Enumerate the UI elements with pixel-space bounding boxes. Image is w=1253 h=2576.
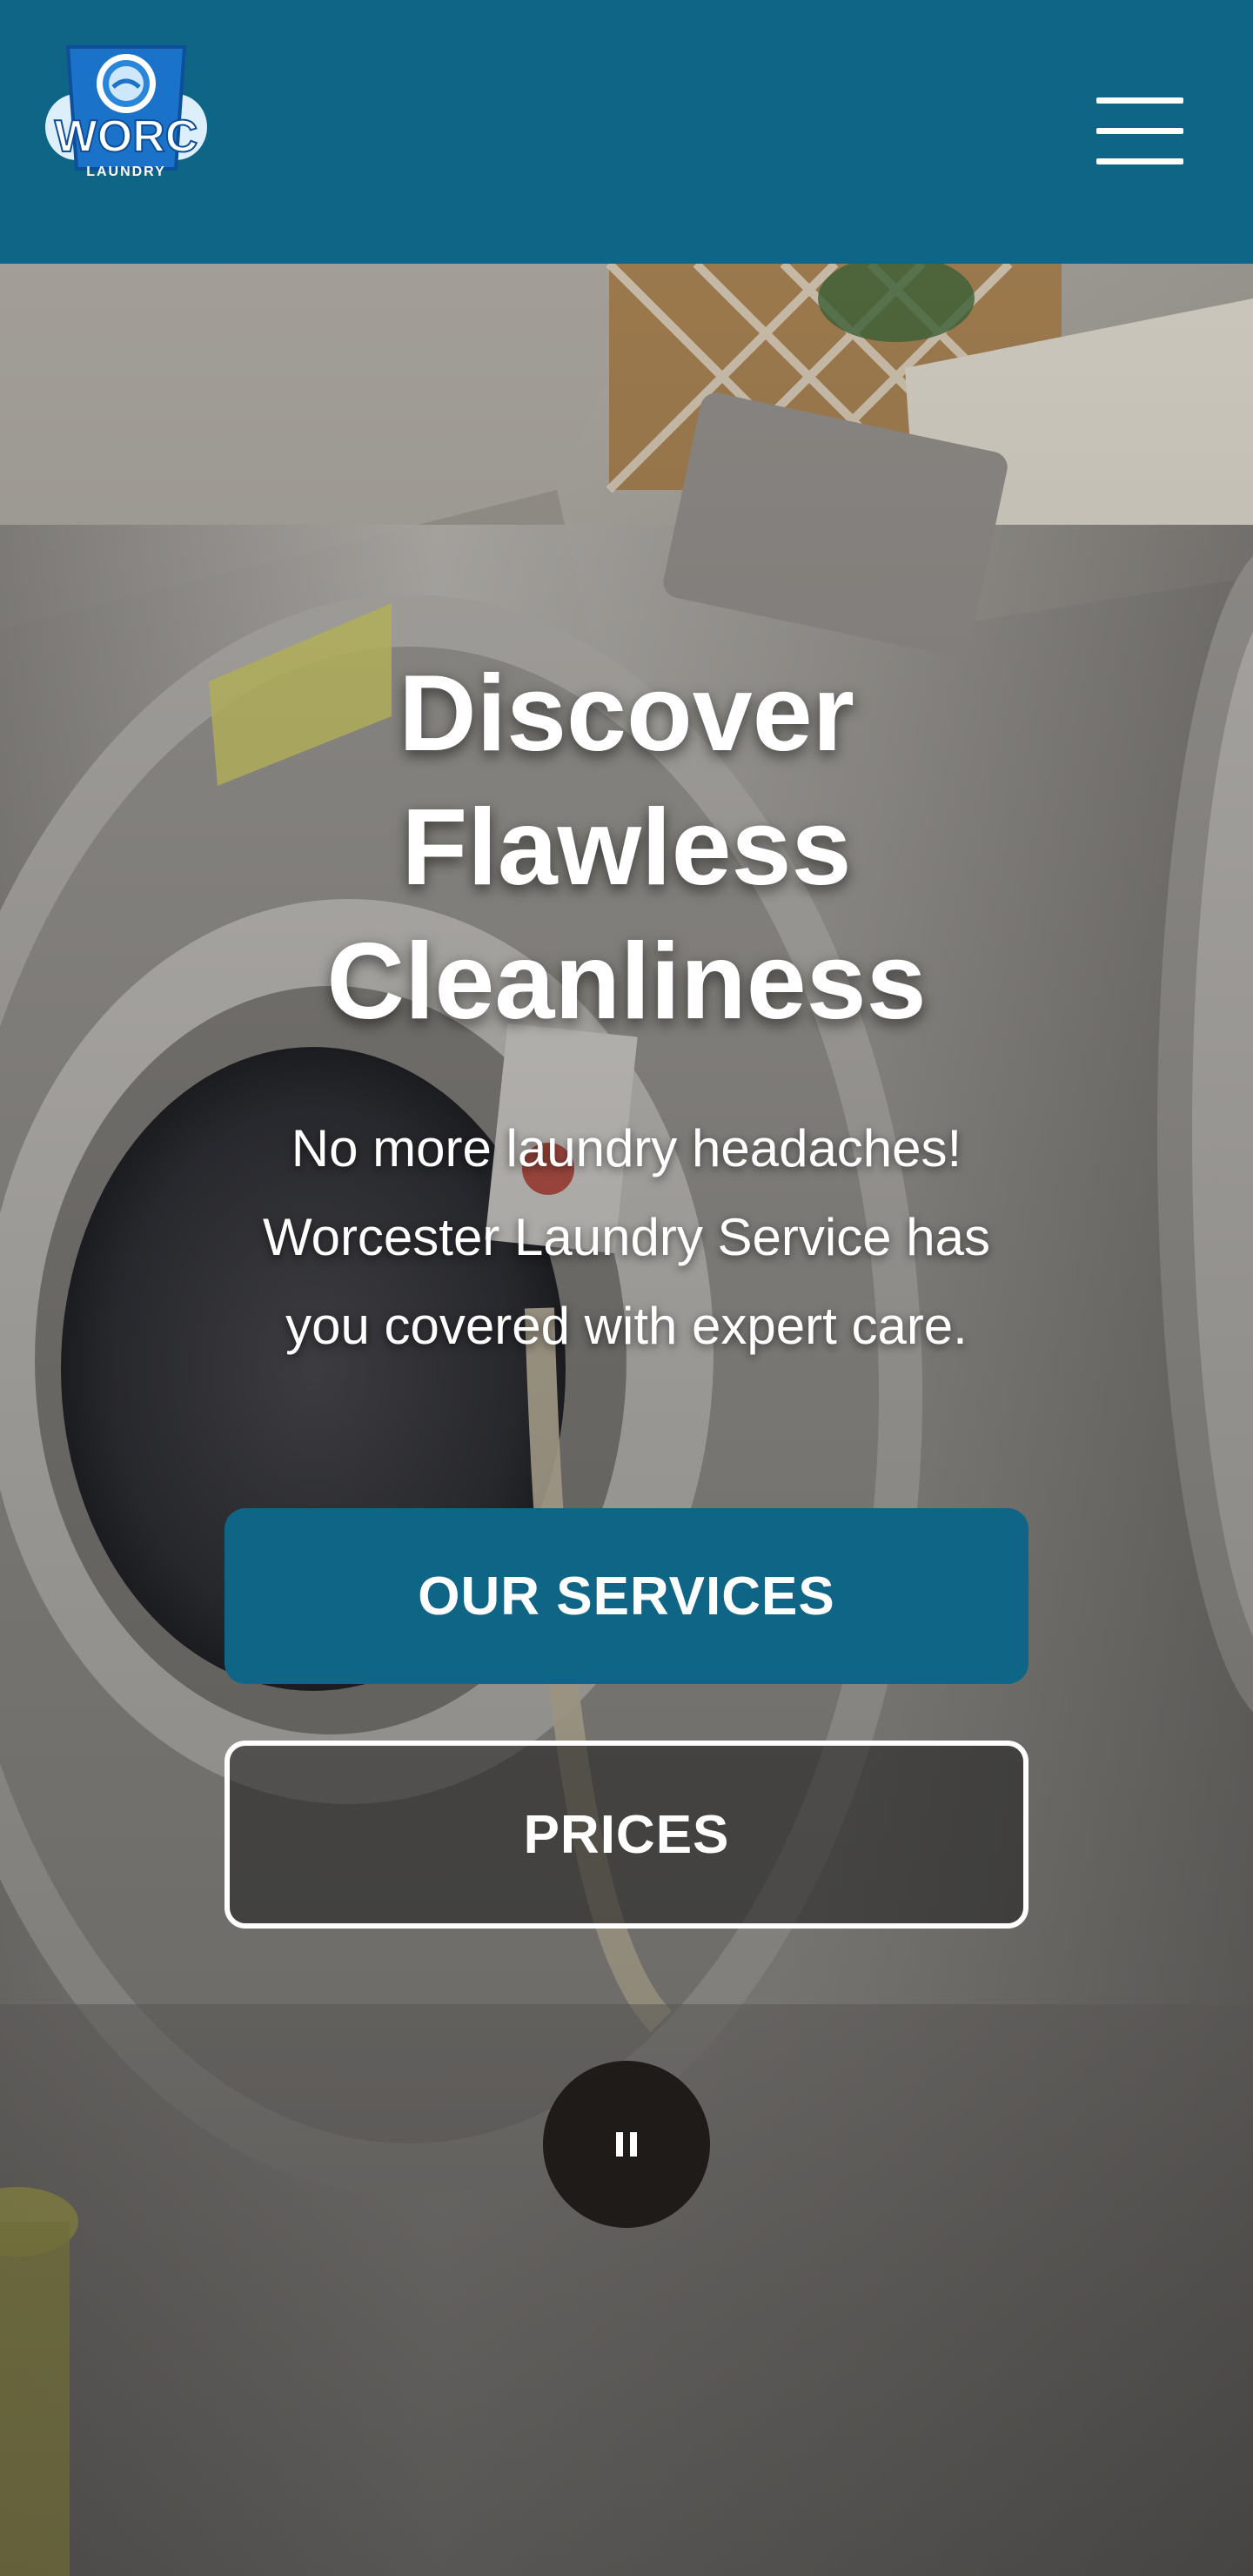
headline-line: Flawless xyxy=(401,788,852,908)
hamburger-line xyxy=(1096,128,1183,134)
headline-line: Discover xyxy=(399,654,854,774)
site-header: WORC LAUNDRY xyxy=(0,0,1253,264)
hamburger-line xyxy=(1096,158,1183,164)
logo-tagline: LAUNDRY xyxy=(86,164,166,179)
hero-section: Discover Flawless Cleanliness No more la… xyxy=(0,264,1253,2576)
hero-subtext: No more laundry headaches! Worcester Lau… xyxy=(209,1104,1044,1371)
logo-graphic: WORC LAUNDRY xyxy=(45,45,207,179)
hero-overlay xyxy=(0,264,1253,2576)
worc-laundry-logo[interactable]: WORC LAUNDRY xyxy=(44,40,209,188)
logo-wordmark: WORC xyxy=(55,111,198,162)
video-pause-button[interactable] xyxy=(543,2061,710,2228)
pause-icon xyxy=(616,2132,637,2157)
hamburger-menu-icon[interactable] xyxy=(1096,97,1183,165)
subtext-line: Worcester Laundry Service has xyxy=(263,1208,990,1266)
prices-button[interactable]: PRICES xyxy=(224,1741,1029,1929)
hamburger-line xyxy=(1096,97,1183,104)
headline-line: Cleanliness xyxy=(326,922,927,1042)
subtext-line: No more laundry headaches! xyxy=(291,1119,962,1177)
our-services-button[interactable]: OUR SERVICES xyxy=(224,1508,1029,1684)
subtext-line: you covered with expert care. xyxy=(285,1297,968,1355)
hero-headline: Discover Flawless Cleanliness xyxy=(191,647,1062,1049)
